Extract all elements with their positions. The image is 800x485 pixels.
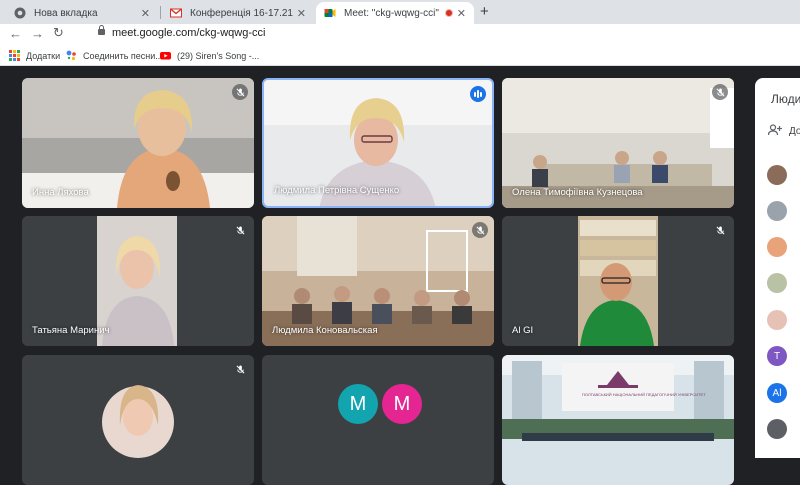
participant-avatar[interactable]: T — [767, 346, 787, 366]
close-icon[interactable]: ✕ — [141, 7, 150, 20]
participant-avatar: M — [382, 384, 422, 424]
participant-avatar[interactable] — [767, 419, 787, 439]
participant-name: Татьяна Маринич — [32, 325, 110, 336]
participant-avatar[interactable] — [767, 310, 787, 330]
mic-off-icon — [232, 84, 248, 100]
url-field[interactable]: meet.google.com/ckg-wqwg-cci — [112, 27, 265, 39]
participant-tile-speaking[interactable]: Людмила Петрівна Сущенко — [262, 78, 494, 208]
add-people-label: До — [789, 126, 800, 137]
assistant-icon — [66, 50, 77, 61]
participant-tile[interactable]: M M — [262, 355, 494, 485]
participant-name: Олена Тимофіївна Кузнецова — [512, 187, 643, 198]
bookmark-apps[interactable]: Додатки — [9, 50, 60, 61]
tab-gmail[interactable]: Конференція 16-17.21 - gnatyuk ✕ — [162, 2, 314, 24]
apps-grid-icon — [9, 50, 20, 61]
participant-tile[interactable]: Инна Ляхова — [22, 78, 254, 208]
speaking-indicator-icon — [470, 86, 486, 102]
tab-divider — [160, 6, 161, 19]
participant-avatar[interactable] — [767, 237, 787, 257]
mic-off-icon — [712, 222, 728, 238]
participant-avatar[interactable] — [767, 165, 787, 185]
participant-avatar[interactable]: Al — [767, 383, 787, 403]
participant-name: Инна Ляхова — [32, 187, 89, 198]
participant-avatar[interactable] — [767, 273, 787, 293]
back-icon[interactable]: ← — [9, 26, 22, 41]
people-panel-title: Люди — [771, 92, 800, 106]
mic-off-icon — [472, 222, 488, 238]
bookmark-label: Додатки — [26, 50, 61, 61]
gmail-icon — [170, 7, 182, 19]
participant-name: Людмила Коновальская — [272, 325, 378, 336]
reload-icon[interactable]: ↻ — [53, 25, 64, 41]
participant-avatar: M — [338, 384, 378, 424]
bookmark-label: Соединить песни... — [83, 50, 163, 61]
bookmark-label: (29) Siren's Song -... — [177, 50, 260, 61]
bookmark-youtube[interactable]: (29) Siren's Song -... — [160, 50, 259, 61]
mic-off-icon — [232, 222, 248, 238]
add-person-icon[interactable] — [767, 124, 782, 139]
participant-tile[interactable]: ПОЛТАВСЬКИЙ НАЦІОНАЛЬНИЙ ПЕДАГОГІЧНИЙ УН… — [502, 355, 734, 485]
recording-icon — [444, 9, 453, 17]
participant-tile[interactable]: Людмила Коновальская — [262, 216, 494, 346]
youtube-icon — [160, 50, 171, 61]
tab-title: Конференція 16-17.21 - gnatyuk — [190, 7, 293, 19]
tab-new-tab[interactable]: Нова вкладка ✕ — [6, 2, 158, 24]
tab-title: Нова вкладка — [34, 7, 98, 19]
close-icon[interactable]: ✕ — [457, 7, 466, 20]
banner-text: ПОЛТАВСЬКИЙ НАЦІОНАЛЬНИЙ ПЕДАГОГІЧНИЙ УН… — [582, 392, 706, 397]
participant-tile[interactable]: Олена Тимофіївна Кузнецова — [502, 78, 734, 208]
participant-tile[interactable] — [22, 355, 254, 485]
tab-title: Meet: "ckg-wqwg-cci" — [344, 7, 439, 19]
participant-name: Людмила Петрівна Сущенко — [274, 185, 400, 196]
mic-off-icon — [232, 361, 248, 377]
lock-icon[interactable] — [98, 25, 105, 35]
forward-icon[interactable]: → — [31, 26, 44, 41]
participant-tile[interactable]: Татьяна Маринич — [22, 216, 254, 346]
tab-meet[interactable]: Meet: "ckg-wqwg-cci" ✕ — [316, 2, 474, 24]
close-icon[interactable]: ✕ — [297, 7, 306, 20]
participant-tile[interactable]: Al GI — [502, 216, 734, 346]
chrome-icon — [14, 7, 26, 19]
mic-off-icon — [712, 84, 728, 100]
participant-name: Al GI — [512, 325, 534, 336]
new-tab-button[interactable]: + — [480, 3, 489, 20]
participant-video — [502, 355, 734, 485]
meet-icon — [324, 7, 336, 19]
bookmark-songs[interactable]: Соединить песни... — [66, 50, 163, 61]
participant-avatar[interactable] — [767, 201, 787, 221]
participant-video — [502, 216, 734, 346]
participant-video — [22, 355, 254, 485]
